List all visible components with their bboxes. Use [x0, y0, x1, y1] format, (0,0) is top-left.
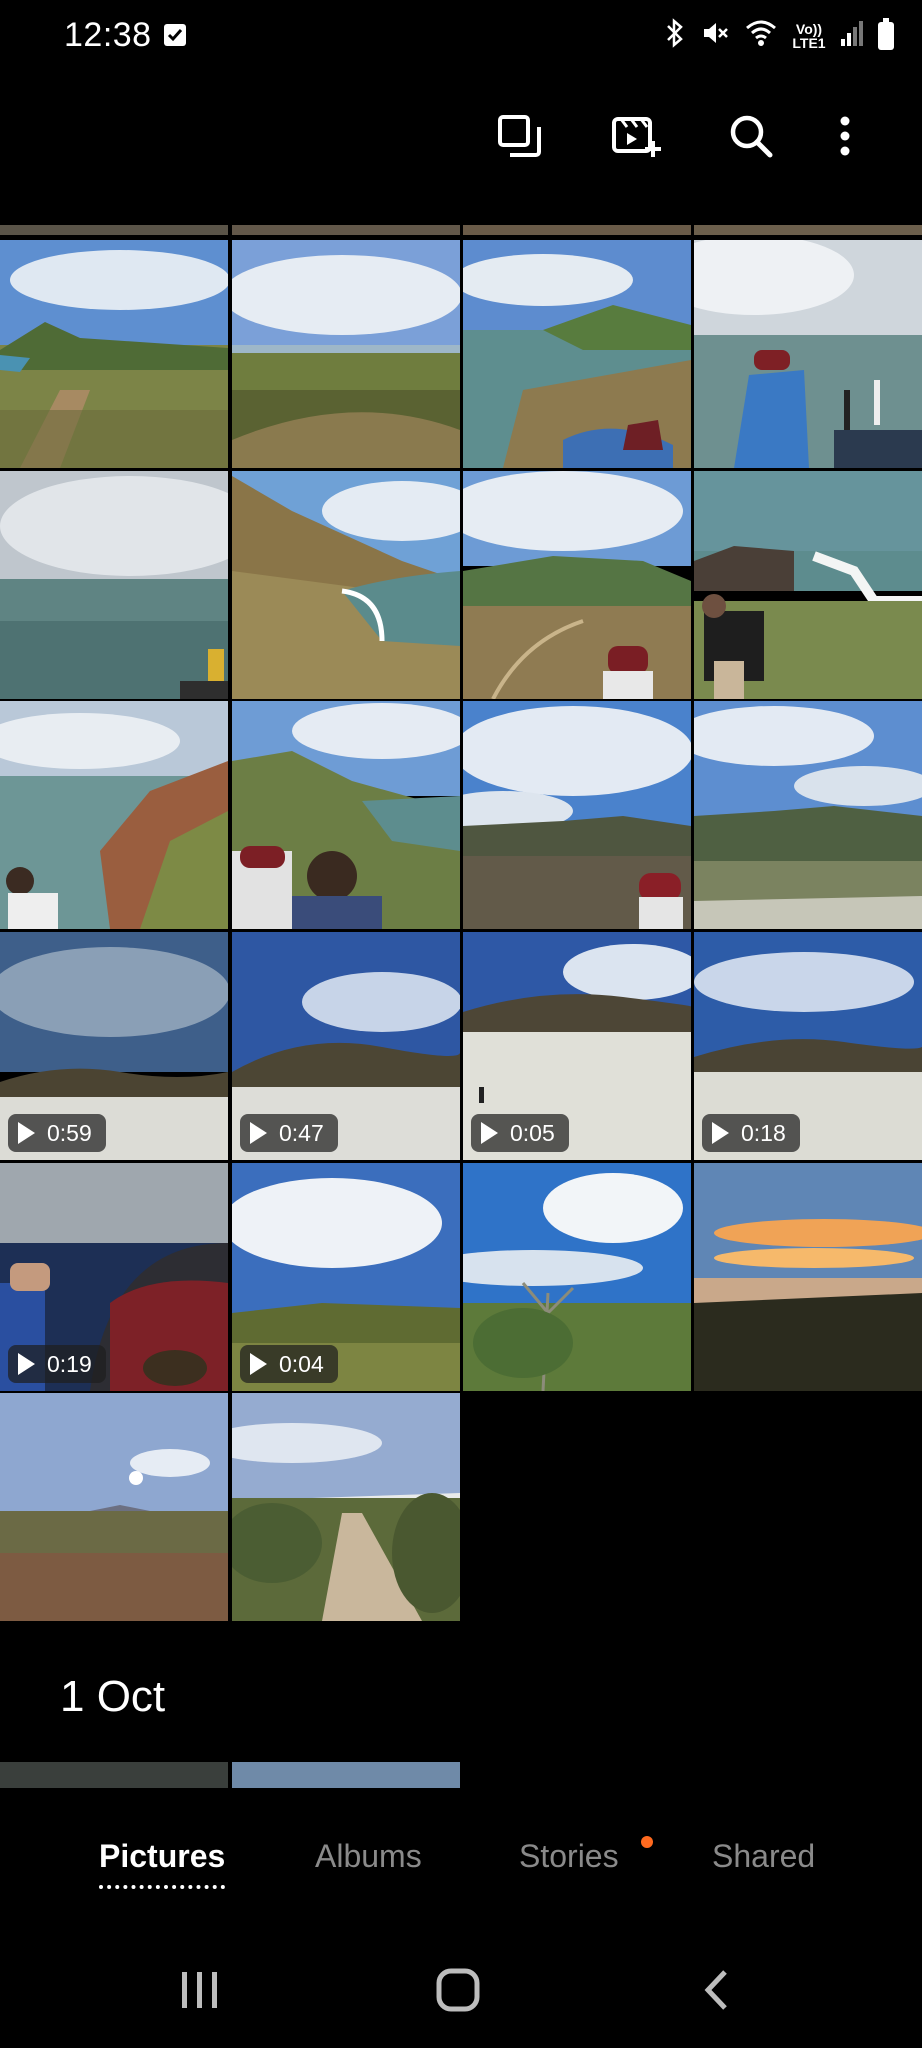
- video-duration: 0:19: [47, 1350, 92, 1377]
- photo-thumbnail[interactable]: [0, 701, 228, 929]
- tab-label: Albums: [315, 1838, 422, 1874]
- video-duration: 0:18: [741, 1119, 786, 1146]
- bottom-tab-bar: Pictures Albums Stories Shared: [0, 1826, 922, 1906]
- video-duration-badge: 0:59: [8, 1114, 106, 1152]
- photo-thumbnail-partial[interactable]: [463, 225, 691, 235]
- video-thumbnail[interactable]: 0:59: [0, 932, 228, 1160]
- video-duration: 0:05: [510, 1119, 555, 1146]
- video-thumbnail[interactable]: 0:18: [694, 932, 922, 1160]
- tab-label: Stories: [519, 1838, 619, 1874]
- photo-thumbnail[interactable]: [694, 1163, 922, 1391]
- photo-thumbnail[interactable]: [694, 240, 922, 468]
- video-thumbnail[interactable]: 0:05: [463, 932, 691, 1160]
- video-duration: 0:59: [47, 1119, 92, 1146]
- photo-thumbnail-partial[interactable]: [232, 225, 460, 235]
- date-section-header: 1 Oct: [60, 1672, 166, 1721]
- play-icon: [250, 1122, 267, 1144]
- recent-apps-icon[interactable]: [160, 1960, 240, 2020]
- play-icon: [481, 1122, 498, 1144]
- photo-grid: 0:59 0:47 0:05 0:18 0:19 0:04: [0, 225, 922, 1789]
- photo-thumbnail[interactable]: [0, 240, 228, 468]
- play-icon: [18, 1122, 35, 1144]
- status-bar: 12:38 Vo)) LTE1: [0, 0, 922, 76]
- more-options-icon[interactable]: [817, 108, 873, 164]
- video-thumbnail[interactable]: 0:04: [232, 1163, 460, 1391]
- tab-label: Pictures: [99, 1838, 226, 1874]
- photo-thumbnail-partial[interactable]: [694, 225, 922, 235]
- photo-thumbnail[interactable]: [694, 701, 922, 929]
- photo-thumbnail[interactable]: [232, 471, 460, 699]
- battery-icon: [878, 17, 894, 50]
- video-thumbnail[interactable]: 0:47: [232, 932, 460, 1160]
- photo-thumbnail[interactable]: [0, 1393, 228, 1621]
- photo-thumbnail[interactable]: [463, 701, 691, 929]
- video-duration-badge: 0:04: [240, 1345, 338, 1383]
- search-icon[interactable]: [723, 108, 779, 164]
- photo-thumbnail-partial[interactable]: [232, 1762, 460, 1788]
- tab-stories[interactable]: Stories: [519, 1838, 619, 1875]
- signal-icon: [840, 19, 864, 52]
- status-icons: Vo)) LTE1: [664, 17, 894, 53]
- photo-thumbnail[interactable]: [232, 701, 460, 929]
- back-icon[interactable]: [676, 1960, 756, 2020]
- mute-icon: [700, 18, 730, 53]
- play-icon: [18, 1353, 35, 1375]
- photo-thumbnail[interactable]: [232, 240, 460, 468]
- photo-thumbnail[interactable]: [694, 471, 922, 699]
- tab-pictures[interactable]: Pictures: [99, 1838, 226, 1889]
- tab-albums[interactable]: Albums: [315, 1838, 422, 1875]
- status-time: 12:38: [64, 16, 152, 54]
- play-icon: [250, 1353, 267, 1375]
- tab-shared[interactable]: Shared: [712, 1838, 815, 1875]
- network-type-label: Vo)) LTE1: [792, 20, 826, 51]
- photo-thumbnail[interactable]: [463, 240, 691, 468]
- wifi-icon: [744, 18, 778, 53]
- photo-thumbnail[interactable]: [0, 471, 228, 699]
- select-icon[interactable]: [491, 108, 547, 164]
- play-icon: [712, 1122, 729, 1144]
- home-icon[interactable]: [418, 1960, 498, 2020]
- create-video-icon[interactable]: [608, 108, 664, 164]
- tab-label: Shared: [712, 1838, 816, 1874]
- bluetooth-icon: [664, 18, 686, 53]
- video-duration: 0:47: [279, 1119, 324, 1146]
- photo-thumbnail-partial[interactable]: [0, 1762, 228, 1788]
- photo-thumbnail[interactable]: [463, 1163, 691, 1391]
- photo-thumbnail-partial[interactable]: [0, 225, 228, 235]
- video-duration-badge: 0:19: [8, 1345, 106, 1383]
- photo-thumbnail[interactable]: [463, 471, 691, 699]
- video-duration-badge: 0:05: [471, 1114, 569, 1152]
- video-thumbnail[interactable]: 0:19: [0, 1163, 228, 1391]
- video-duration: 0:04: [279, 1350, 324, 1377]
- system-navigation-bar: [0, 1944, 922, 2048]
- new-badge-dot: [641, 1836, 653, 1848]
- photo-thumbnail[interactable]: [232, 1393, 460, 1621]
- video-duration-badge: 0:47: [240, 1114, 338, 1152]
- notification-check-icon: [164, 24, 186, 46]
- active-tab-indicator: [99, 1885, 226, 1889]
- video-duration-badge: 0:18: [702, 1114, 800, 1152]
- gallery-toolbar: [0, 96, 922, 168]
